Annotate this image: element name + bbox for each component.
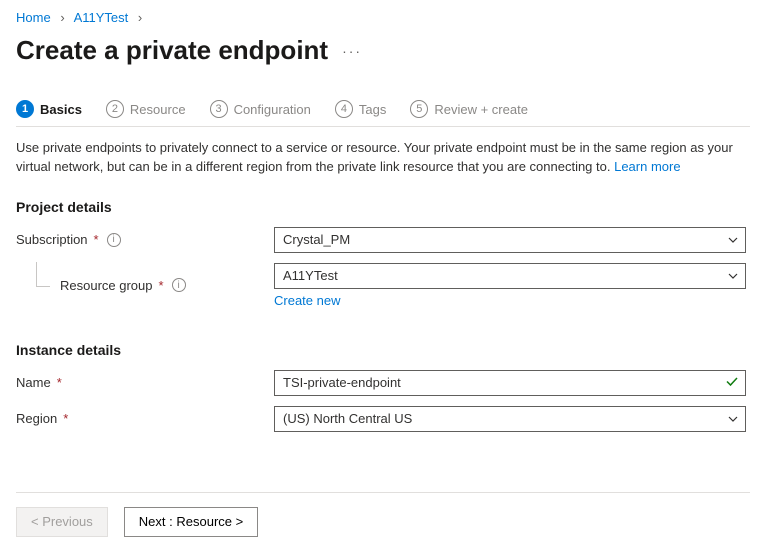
chevron-down-icon	[727, 234, 739, 246]
resource-group-select[interactable]: A11YTest	[274, 263, 746, 289]
chevron-down-icon	[727, 270, 739, 282]
tab-resource[interactable]: 2 Resource	[106, 100, 186, 118]
name-input[interactable]: TSI-private-endpoint	[274, 370, 746, 396]
chevron-right-icon: ›	[138, 10, 142, 25]
region-select[interactable]: (US) North Central US	[274, 406, 746, 432]
resource-group-label: Resource group * i	[16, 278, 274, 293]
tab-basics[interactable]: 1 Basics	[16, 100, 82, 118]
resource-group-value: A11YTest	[283, 268, 338, 283]
info-icon[interactable]: i	[172, 278, 186, 292]
tab-label: Configuration	[234, 102, 311, 117]
create-new-resource-group-link[interactable]: Create new	[274, 293, 340, 308]
tab-label: Resource	[130, 102, 186, 117]
required-indicator: *	[63, 411, 68, 426]
wizard-footer: < Previous Next : Resource >	[16, 492, 750, 537]
chevron-right-icon: ›	[60, 10, 64, 25]
more-actions-icon[interactable]: ···	[342, 43, 362, 59]
tabs-underline	[16, 126, 750, 127]
subscription-label: Subscription * i	[16, 232, 274, 247]
breadcrumb-a11ytest[interactable]: A11YTest	[74, 10, 129, 25]
tab-number-icon: 5	[410, 100, 428, 118]
tab-label: Basics	[40, 102, 82, 117]
region-label: Region *	[16, 411, 274, 426]
tab-number-icon: 1	[16, 100, 34, 118]
breadcrumb-home[interactable]: Home	[16, 10, 51, 25]
next-button[interactable]: Next : Resource >	[124, 507, 258, 537]
tab-description: Use private endpoints to privately conne…	[16, 139, 750, 177]
tab-review-create[interactable]: 5 Review + create	[410, 100, 528, 118]
tab-number-icon: 4	[335, 100, 353, 118]
learn-more-link[interactable]: Learn more	[614, 159, 680, 174]
previous-button: < Previous	[16, 507, 108, 537]
tab-tags[interactable]: 4 Tags	[335, 100, 386, 118]
tab-configuration[interactable]: 3 Configuration	[210, 100, 311, 118]
required-indicator: *	[57, 375, 62, 390]
tab-label: Review + create	[434, 102, 528, 117]
info-icon[interactable]: i	[107, 233, 121, 247]
required-indicator: *	[94, 232, 99, 247]
tab-number-icon: 3	[210, 100, 228, 118]
name-label: Name *	[16, 375, 274, 390]
project-details-heading: Project details	[16, 199, 750, 215]
tab-number-icon: 2	[106, 100, 124, 118]
instance-details-heading: Instance details	[16, 342, 750, 358]
page-title: Create a private endpoint	[16, 35, 328, 66]
required-indicator: *	[159, 278, 164, 293]
tab-label: Tags	[359, 102, 386, 117]
name-value: TSI-private-endpoint	[283, 375, 401, 390]
wizard-tabs: 1 Basics 2 Resource 3 Configuration 4 Ta…	[16, 100, 750, 118]
region-value: (US) North Central US	[283, 411, 412, 426]
subscription-select[interactable]: Crystal_PM	[274, 227, 746, 253]
check-icon	[725, 374, 739, 391]
breadcrumb: Home › A11YTest ›	[16, 10, 750, 25]
subscription-value: Crystal_PM	[283, 232, 350, 247]
chevron-down-icon	[727, 413, 739, 425]
